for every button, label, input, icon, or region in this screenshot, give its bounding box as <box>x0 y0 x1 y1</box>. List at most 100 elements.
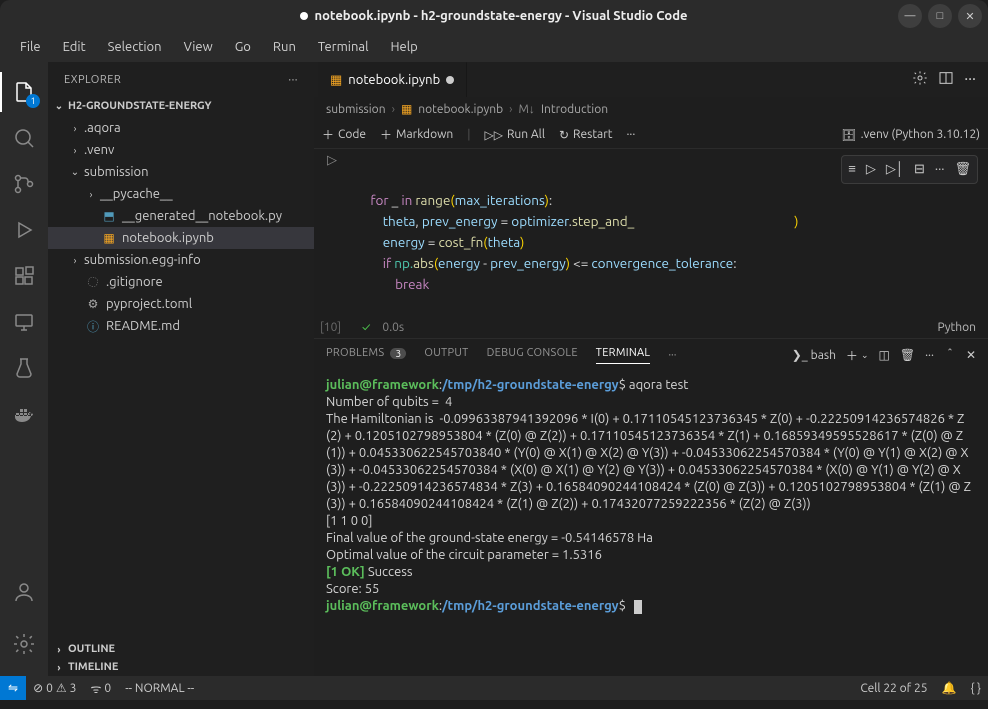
status-vim-mode: -- NORMAL -- <box>118 676 201 700</box>
run-cell-icon[interactable]: ▷ <box>327 153 337 168</box>
radio-tower-icon: ᯤ <box>90 680 101 697</box>
restart-button[interactable]: ↻Restart <box>559 128 612 142</box>
activity-extensions-icon[interactable] <box>0 254 48 298</box>
terminal-icon: ❯_ <box>792 348 808 362</box>
activity-explorer-icon[interactable]: 1 <box>0 70 48 114</box>
more-actions-icon[interactable]: ··· <box>964 70 976 90</box>
modified-dot-icon <box>300 12 308 20</box>
explorer-more-icon[interactable]: ··· <box>288 74 298 86</box>
file-generated-notebook[interactable]: ⬒__generated__notebook.py <box>48 205 314 227</box>
file-gitignore[interactable]: ◌.gitignore <box>48 271 314 293</box>
menu-file[interactable]: File <box>10 36 51 58</box>
menu-view[interactable]: View <box>174 36 223 58</box>
outline-section-header[interactable]: ›OUTLINE <box>48 640 314 658</box>
file-notebook-ipynb[interactable]: ▦notebook.ipynb <box>48 227 314 249</box>
chevron-down-icon: ⌄ <box>52 100 66 112</box>
panel-tab-output[interactable]: OUTPUT <box>424 347 468 363</box>
bottom-panel: PROBLEMS3 OUTPUT DEBUG CONSOLE TERMINAL … <box>314 339 988 676</box>
editor-area: ▦ notebook.ipynb ··· submission› ▦ noteb… <box>314 62 988 676</box>
menu-selection[interactable]: Selection <box>98 36 172 58</box>
run-by-line-icon[interactable]: ▷│ <box>884 158 906 181</box>
add-markdown-button[interactable]: ＋Markdown <box>380 126 453 143</box>
folder-pycache[interactable]: ›__pycache__ <box>48 183 314 205</box>
notebook-toolbar: ＋Code ＋Markdown | ▷▷Run All ↻Restart ···… <box>314 121 988 149</box>
panel-tab-problems[interactable]: PROBLEMS3 <box>326 347 406 363</box>
folder-egg-info[interactable]: ›submission.egg-info <box>48 249 314 271</box>
file-tree: ›.aqora ›.venv ⌄submission ›__pycache__ … <box>48 115 314 339</box>
close-panel-icon[interactable]: ✕ <box>966 348 976 362</box>
code-editor[interactable]: ≡ ▷ ▷│ ⊟ ··· 🗑 for _ in range(max_iterat… <box>350 149 988 317</box>
split-editor-icon[interactable] <box>938 70 954 90</box>
menu-go[interactable]: Go <box>225 36 261 58</box>
chevron-right-icon: › <box>68 123 82 134</box>
kill-terminal-icon[interactable]: 🗑 <box>900 348 915 362</box>
window-controls: — □ ✕ <box>898 4 982 28</box>
delete-cell-icon[interactable]: 🗑 <box>952 158 973 181</box>
cell-language[interactable]: Python <box>937 321 988 334</box>
editor-tabs: ▦ notebook.ipynb ··· <box>314 62 988 97</box>
code-cell[interactable]: ▷ ≡ ▷ ▷│ ⊟ ··· 🗑 for _ in range(max_iter… <box>314 149 988 317</box>
terminal-output[interactable]: julian@framework:/tmp/h2-groundstate-ene… <box>314 371 988 676</box>
success-check-icon: ✓ <box>362 321 370 334</box>
activity-remote-icon[interactable] <box>0 300 48 344</box>
modified-dot-icon <box>446 76 454 84</box>
menu-edit[interactable]: Edit <box>53 36 96 58</box>
panel-tab-terminal[interactable]: TERMINAL <box>596 347 651 364</box>
status-problems[interactable]: ⊘0 ⚠3 <box>26 676 83 700</box>
file-readme[interactable]: ⓘREADME.md <box>48 315 314 337</box>
settings-icon[interactable] <box>912 70 928 90</box>
activity-bar: 1 <box>0 62 48 676</box>
split-cell-icon[interactable]: ⊟ <box>912 158 927 181</box>
split-terminal-icon[interactable]: ◫ <box>878 348 889 362</box>
folder-venv[interactable]: ›.venv <box>48 139 314 161</box>
close-button[interactable]: ✕ <box>958 4 982 28</box>
activity-settings-icon[interactable] <box>0 622 48 666</box>
activity-search-icon[interactable] <box>0 116 48 160</box>
more-icon[interactable]: ··· <box>933 158 947 181</box>
chevron-down-icon: ⌄ <box>68 166 82 178</box>
status-cell-position[interactable]: Cell 22 of 25 <box>853 682 934 695</box>
panel-tab-debug[interactable]: DEBUG CONSOLE <box>487 347 578 363</box>
remote-indicator[interactable]: ⇋ <box>0 676 26 700</box>
status-ports[interactable]: ᯤ0 <box>83 676 118 700</box>
execution-time: 0.0s <box>382 321 404 334</box>
menu-terminal[interactable]: Terminal <box>308 36 379 58</box>
panel-tabs: PROBLEMS3 OUTPUT DEBUG CONSOLE TERMINAL … <box>314 339 988 371</box>
cell-status-row: [10] ✓ 0.0s Python <box>314 317 988 339</box>
activity-source-control-icon[interactable] <box>0 162 48 206</box>
menu-run[interactable]: Run <box>263 36 306 58</box>
maximize-panel-icon[interactable]: ＾ <box>944 347 956 364</box>
run-icon[interactable]: ▷ <box>864 158 878 181</box>
run-all-button[interactable]: ▷▷Run All <box>484 128 545 142</box>
panel-more-icon[interactable]: ··· <box>668 349 676 361</box>
kernel-selector[interactable]: 🗄 .venv (Python 3.10.12) <box>841 128 980 142</box>
chevron-right-icon: › <box>52 662 66 673</box>
file-pyproject[interactable]: ⚙pyproject.toml <box>48 293 314 315</box>
execution-count: [10] <box>320 321 350 334</box>
activity-docker-icon[interactable] <box>0 392 48 436</box>
titlebar: notebook.ipynb - h2-groundstate-energy -… <box>0 0 988 32</box>
terminal-profile-selector[interactable]: ❯_bash <box>792 348 836 362</box>
chevron-right-icon: › <box>84 189 98 200</box>
cell-gutter: ▷ <box>314 149 350 317</box>
tab-notebook[interactable]: ▦ notebook.ipynb <box>318 62 467 97</box>
minimize-button[interactable]: — <box>898 4 922 28</box>
folder-aqora[interactable]: ›.aqora <box>48 117 314 139</box>
new-terminal-button[interactable]: ＋ ⌄ <box>846 347 869 364</box>
activity-run-debug-icon[interactable] <box>0 208 48 252</box>
maximize-button[interactable]: □ <box>928 4 952 28</box>
menubar: File Edit Selection View Go Run Terminal… <box>0 32 988 62</box>
menu-help[interactable]: Help <box>380 36 427 58</box>
python-icon[interactable]: ≡ <box>846 158 858 181</box>
breadcrumb[interactable]: submission› ▦ notebook.ipynb› M↓ Introdu… <box>314 97 988 121</box>
timeline-section-header[interactable]: ›TIMELINE <box>48 658 314 676</box>
status-notifications-icon[interactable]: 🔔 <box>934 681 963 695</box>
add-code-button[interactable]: ＋Code <box>322 126 366 143</box>
toolbar-more-button[interactable]: ··· <box>626 128 635 141</box>
activity-account-icon[interactable] <box>0 570 48 614</box>
project-section-header[interactable]: ⌄ H2-GROUNDSTATE-ENERGY <box>48 97 314 115</box>
status-braces-icon[interactable]: { } <box>963 682 988 695</box>
panel-more-icon[interactable]: ··· <box>925 349 934 362</box>
folder-submission[interactable]: ⌄submission <box>48 161 314 183</box>
activity-testing-icon[interactable] <box>0 346 48 390</box>
